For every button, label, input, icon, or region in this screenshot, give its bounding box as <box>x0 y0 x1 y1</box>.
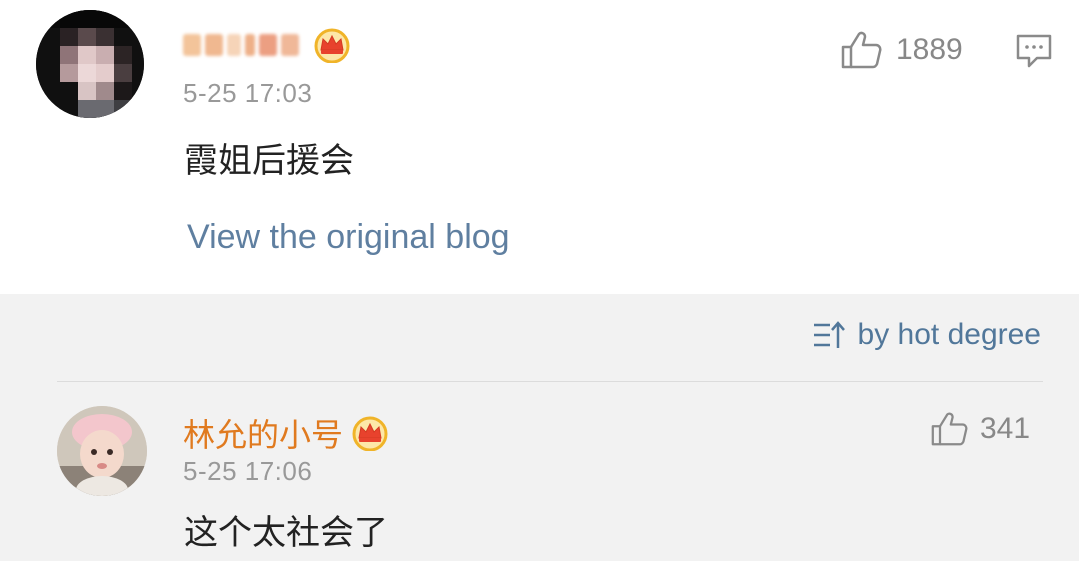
crown-badge-icon <box>314 28 350 63</box>
comment-icon[interactable] <box>1015 33 1053 69</box>
pixelated-avatar-image <box>36 10 144 118</box>
username-blurred[interactable] <box>183 28 351 63</box>
thumb-up-icon <box>841 31 882 69</box>
blurred-char <box>205 34 223 56</box>
sort-by-hot-button[interactable]: by hot degree <box>812 318 1041 352</box>
baby-avatar-image <box>57 406 147 496</box>
thumb-up-icon <box>931 412 968 446</box>
username-text: 林允的小号 <box>183 416 344 454</box>
blurred-char <box>183 34 201 56</box>
like-count: 341 <box>980 412 1031 445</box>
user-avatar[interactable] <box>36 10 144 118</box>
comment-text: 这个太社会了 <box>184 513 388 553</box>
sort-label: by hot degree <box>857 318 1041 351</box>
like-button[interactable]: 1889 <box>840 30 963 70</box>
comment-time: 5-25 17:06 <box>183 456 313 486</box>
comment-time: 5-25 17:03 <box>183 78 313 108</box>
username[interactable]: 林允的小号 <box>183 410 389 456</box>
blurred-char <box>259 34 277 56</box>
blurred-char <box>227 34 241 56</box>
comment-text: 霞姐后援会 <box>184 141 354 181</box>
divider <box>57 381 1043 382</box>
crown-badge-icon <box>352 416 388 451</box>
sort-icon <box>813 321 845 348</box>
original-post-comment: 5-25 17:03 霞姐后援会 View the original blog … <box>0 0 1079 294</box>
blurred-char <box>245 34 255 56</box>
like-button[interactable]: 341 <box>930 411 1030 447</box>
view-original-blog-link[interactable]: View the original blog <box>187 218 510 257</box>
like-count: 1889 <box>896 33 963 66</box>
user-avatar[interactable] <box>57 406 147 496</box>
blurred-char <box>281 34 299 56</box>
